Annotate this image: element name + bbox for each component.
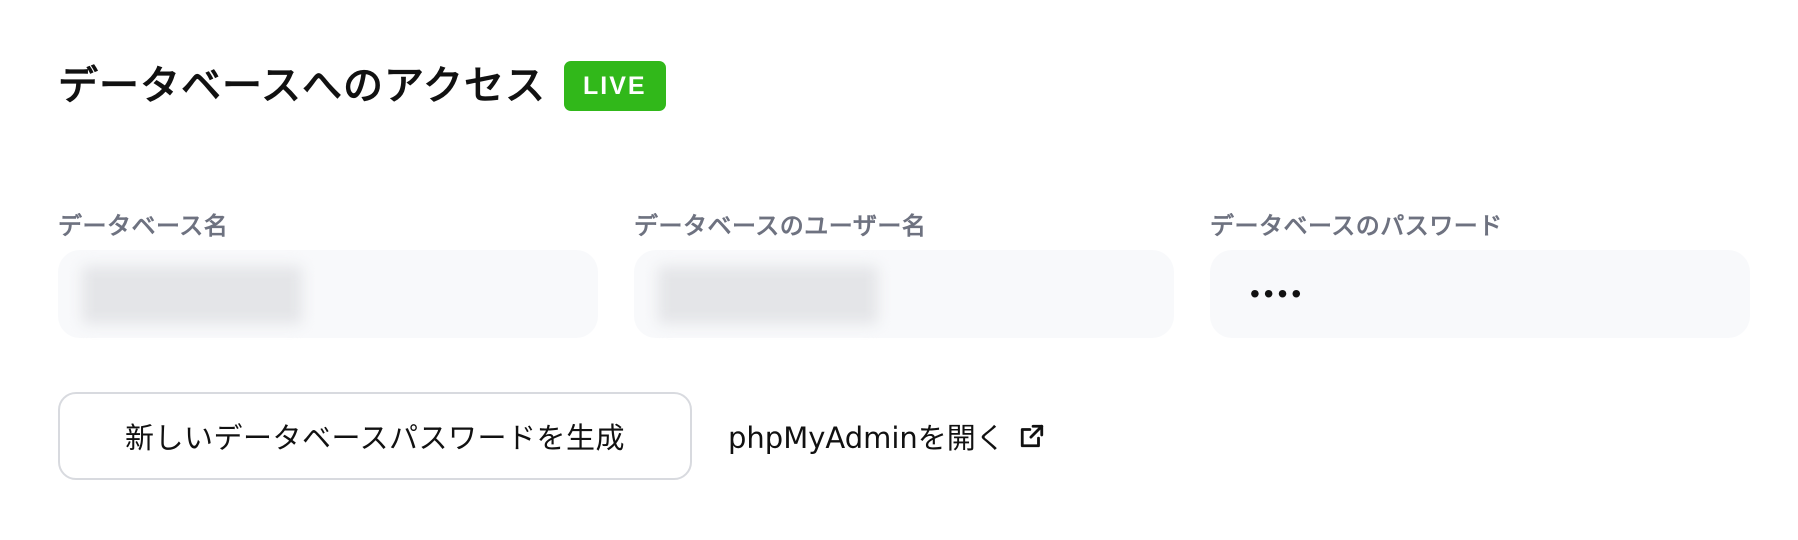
actions: 新しいデータベースパスワードを生成 phpMyAdminを開く (58, 392, 1045, 480)
database-password-label: データベースのパスワード (1210, 212, 1503, 240)
live-badge: LIVE (564, 61, 666, 111)
credential-fields: データベース名 データベースのユーザー名 データベースのパスワード •••• (58, 206, 1750, 338)
open-phpmyadmin-label: phpMyAdminを開く (728, 421, 1005, 455)
database-user-label: データベースのユーザー名 (634, 212, 927, 240)
generate-password-button[interactable]: 新しいデータベースパスワードを生成 (58, 392, 692, 480)
database-name-label: データベース名 (58, 212, 229, 240)
database-password-value[interactable]: •••• (1210, 250, 1750, 338)
database-access-panel: データベースへのアクセス LIVE データベース名 データベースのユーザー名 デ… (0, 0, 1798, 540)
header: データベースへのアクセス LIVE (58, 60, 666, 112)
masked-password: •••• (1250, 278, 1306, 309)
database-name-value[interactable] (58, 250, 598, 338)
database-user-field: データベースのユーザー名 (634, 206, 1174, 338)
external-link-icon (1019, 423, 1045, 449)
redacted-value (658, 266, 878, 324)
database-name-field: データベース名 (58, 206, 598, 338)
page-title: データベースへのアクセス (58, 63, 546, 109)
database-password-field: データベースのパスワード •••• (1210, 206, 1750, 338)
database-user-value[interactable] (634, 250, 1174, 338)
redacted-value (82, 266, 302, 324)
open-phpmyadmin-link[interactable]: phpMyAdminを開く (728, 415, 1045, 457)
